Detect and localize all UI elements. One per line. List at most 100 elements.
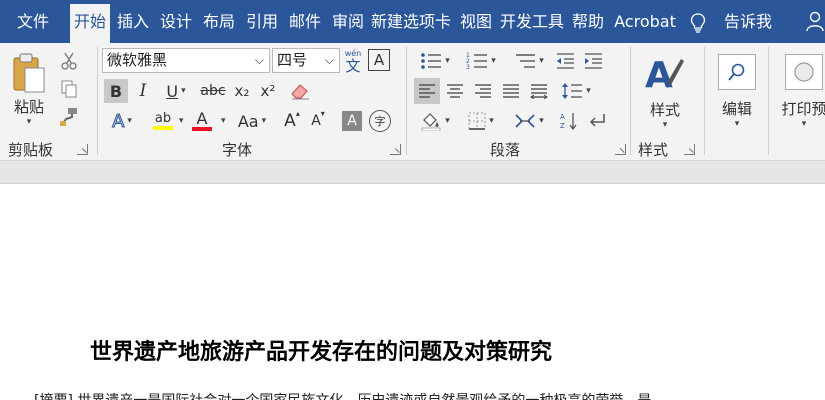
highlighter-icon: ab xyxy=(154,111,172,126)
underline-button[interactable]: U ▾ xyxy=(158,79,194,103)
text-effects-button[interactable]: A ▾ xyxy=(104,109,140,133)
chevron-down-icon[interactable]: ▾ xyxy=(491,56,496,66)
enclose-characters-button[interactable]: 字 xyxy=(369,110,391,132)
bold-icon: B xyxy=(109,81,123,101)
highlight-color-button[interactable]: ab xyxy=(142,109,184,133)
numbering-button[interactable]: 123 ▾ xyxy=(460,49,502,73)
account-icon[interactable] xyxy=(806,11,824,31)
distributed-icon xyxy=(530,84,548,99)
strikethrough-button[interactable]: abc xyxy=(198,79,228,103)
chevron-down-icon[interactable]: ▾ xyxy=(539,56,544,66)
italic-button[interactable]: I xyxy=(132,79,154,103)
styles-dialog-launcher[interactable] xyxy=(684,144,695,155)
sort-button[interactable]: AZ xyxy=(556,109,582,133)
tab-new-tab[interactable]: 新建选项卡 xyxy=(368,4,454,42)
grow-font-button[interactable]: A ▴ xyxy=(280,109,304,133)
format-painter-button[interactable] xyxy=(56,105,82,129)
tab-help[interactable]: 帮助 xyxy=(568,4,608,42)
tab-insert[interactable]: 插入 xyxy=(113,4,153,42)
paste-button[interactable]: 粘贴 ▾ xyxy=(8,49,50,129)
svg-text:3: 3 xyxy=(466,64,470,70)
chevron-down-icon[interactable]: ▾ xyxy=(221,116,226,126)
chinese-layout-button[interactable]: ▾ xyxy=(508,109,550,133)
chevron-down-icon[interactable]: ▾ xyxy=(179,116,184,126)
tab-design[interactable]: 设计 xyxy=(156,4,196,42)
increase-indent-button[interactable] xyxy=(580,49,606,73)
tab-file[interactable]: 文件 xyxy=(0,4,66,42)
decrease-indent-button[interactable] xyxy=(552,49,578,73)
font-dialog-launcher[interactable] xyxy=(390,144,401,155)
paste-label: 粘贴 xyxy=(13,97,44,116)
chevron-down-icon[interactable]: ▾ xyxy=(445,56,450,66)
character-shading-button[interactable]: A xyxy=(342,111,362,131)
borders-button[interactable]: ▾ xyxy=(460,109,502,133)
paragraph-dialog-launcher[interactable] xyxy=(615,144,626,155)
bullets-button[interactable]: ▾ xyxy=(414,49,456,73)
clipboard-icon xyxy=(13,53,45,92)
chevron-down-icon[interactable]: ▾ xyxy=(181,86,186,96)
tab-references[interactable]: 引用 xyxy=(242,4,282,42)
copy-button[interactable] xyxy=(56,77,82,101)
shrink-font-button[interactable]: A ▾ xyxy=(306,109,330,133)
phonetic-guide-button[interactable]: wén 文 xyxy=(342,48,364,75)
tab-developer[interactable]: 开发工具 xyxy=(498,4,566,42)
shading-button[interactable]: ▾ xyxy=(414,109,456,133)
chevron-down-icon[interactable]: ▾ xyxy=(489,116,494,126)
paragraph-group-label: 段落 xyxy=(490,141,521,159)
eraser-icon xyxy=(291,84,309,100)
ribbon-bottom-strip xyxy=(0,161,825,184)
align-right-button[interactable] xyxy=(470,78,496,104)
tab-acrobat[interactable]: Acrobat xyxy=(612,4,678,42)
chevron-down-icon: ▾ xyxy=(801,118,807,129)
format-painter-icon xyxy=(60,108,77,126)
align-left-button[interactable] xyxy=(414,78,440,104)
align-right-icon xyxy=(475,84,491,98)
tab-view[interactable]: 视图 xyxy=(456,4,496,42)
svg-text:A: A xyxy=(645,55,673,93)
clipboard-dialog-launcher[interactable] xyxy=(77,144,88,155)
multilevel-list-icon xyxy=(516,54,536,68)
grow-font-icon: A xyxy=(284,111,296,131)
superscript-icon: x² xyxy=(260,82,276,100)
character-border-button[interactable]: A xyxy=(368,49,390,71)
print-preview-button[interactable]: 打印预 ▾ xyxy=(776,47,825,135)
tab-layout[interactable]: 布局 xyxy=(199,4,239,42)
align-center-button[interactable] xyxy=(442,78,468,104)
subscript-button[interactable]: x₂ xyxy=(230,79,254,103)
font-color-button[interactable]: A xyxy=(188,109,216,133)
group-divider xyxy=(630,47,631,155)
show-marks-button[interactable] xyxy=(584,109,610,133)
scissors-icon xyxy=(61,52,77,70)
editing-button[interactable]: 编辑 ▾ xyxy=(712,47,762,135)
chevron-down-icon[interactable]: ▾ xyxy=(586,86,591,96)
group-divider xyxy=(97,47,98,155)
justify-button[interactable] xyxy=(498,78,524,104)
shrink-font-icon: A xyxy=(311,113,321,129)
bold-button[interactable]: B xyxy=(104,79,128,103)
distributed-button[interactable] xyxy=(526,78,552,104)
change-case-button[interactable]: Aa ▾ xyxy=(230,109,274,133)
font-size-combo[interactable]: 四号 ⌵ xyxy=(272,48,340,73)
superscript-button[interactable]: x² xyxy=(256,79,280,103)
font-group-label: 字体 xyxy=(222,141,253,159)
cut-button[interactable] xyxy=(56,49,82,73)
chevron-down-icon[interactable]: ▾ xyxy=(262,116,267,126)
tab-review[interactable]: 审阅 xyxy=(328,4,368,42)
decrease-indent-icon xyxy=(557,53,574,69)
chevron-down-icon[interactable]: ▾ xyxy=(127,116,132,126)
multilevel-list-button[interactable]: ▾ xyxy=(508,49,550,73)
font-name-combo[interactable]: 微软雅黑 ⌵ xyxy=(102,48,270,73)
chevron-down-icon[interactable]: ⌵ xyxy=(325,49,334,72)
tab-mailings[interactable]: 邮件 xyxy=(285,4,325,42)
chevron-down-icon[interactable]: ▾ xyxy=(445,116,450,126)
line-spacing-button[interactable]: ▾ xyxy=(556,78,596,104)
chevron-down-icon[interactable]: ⌵ xyxy=(255,49,264,72)
tab-home[interactable]: 开始 xyxy=(70,4,110,43)
styles-group-label: 样式 xyxy=(638,141,669,159)
clear-formatting-button[interactable] xyxy=(286,79,314,103)
chevron-down-icon[interactable]: ▾ xyxy=(539,116,544,126)
styles-button[interactable]: A 样式 ▾ xyxy=(640,47,690,135)
document-page[interactable]: 世界遗产地旅游产品开发存在的问题及对策研究 [摘要] 世界遗产一是国际社会对一个… xyxy=(0,184,825,400)
ribbon-tab-bar: 文件 开始 插入 设计 布局 引用 邮件 审阅 新建选项卡 视图 开发工具 帮助… xyxy=(0,0,825,43)
group-divider xyxy=(704,47,705,155)
